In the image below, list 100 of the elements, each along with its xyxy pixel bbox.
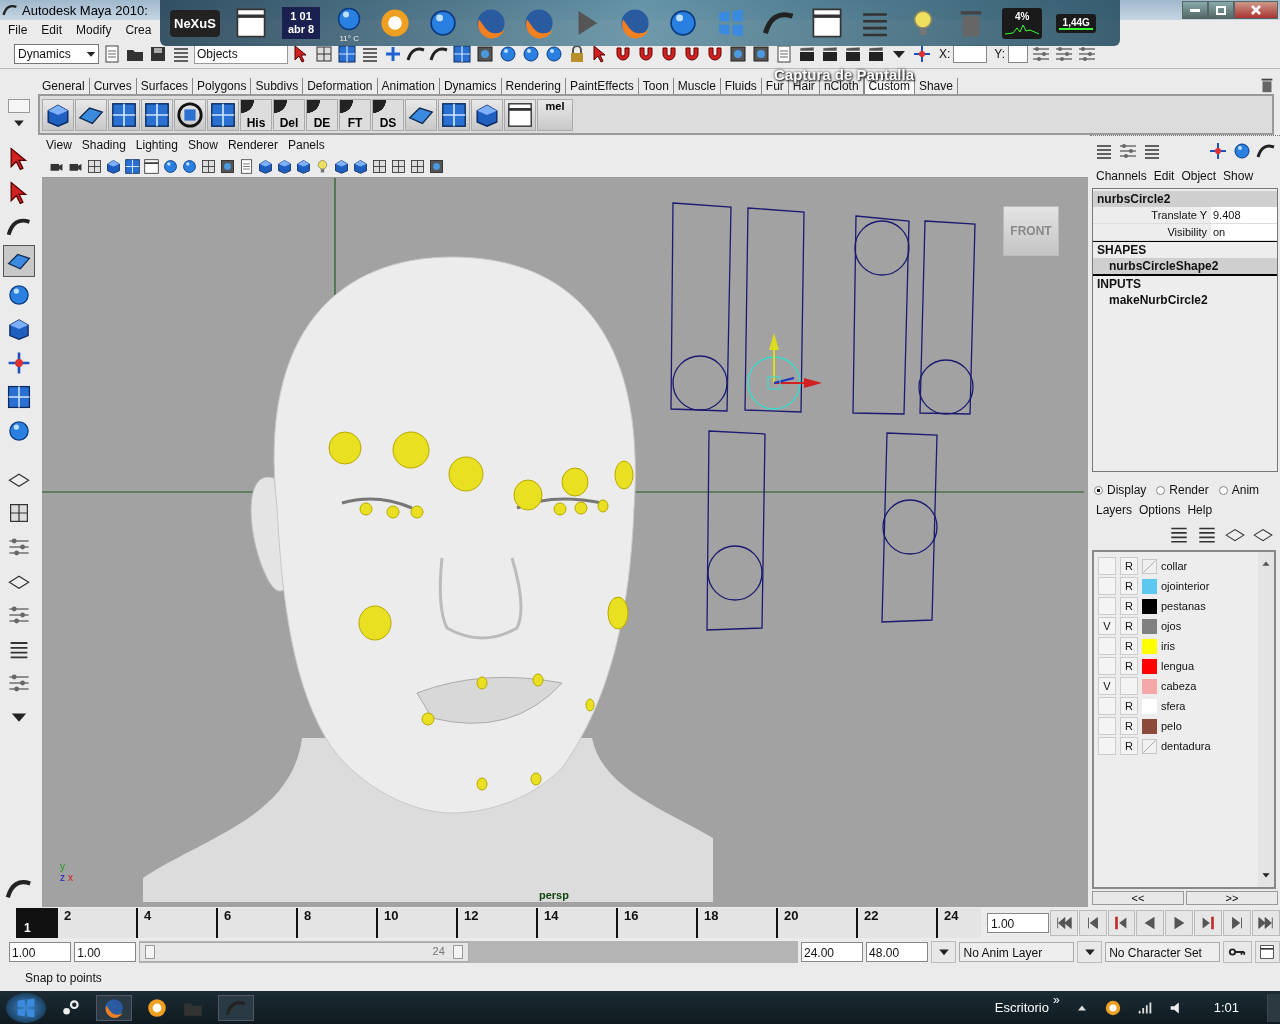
frame-number: 14 [544, 908, 559, 923]
layer-name[interactable]: cabeza [1161, 680, 1197, 692]
current-frame-marker[interactable]: 1 [16, 908, 56, 938]
layer-name[interactable]: dentadura [1161, 740, 1211, 752]
toolbar-label[interactable]: Escritorio [994, 1000, 1049, 1015]
layer-name[interactable]: iris [1161, 640, 1176, 652]
channel-menu-item[interactable]: Object [1181, 169, 1217, 183]
layer-row[interactable]: V R ojos [1098, 616, 1258, 636]
frame-number: 18 [704, 908, 719, 923]
frame-number: 16 [624, 908, 639, 923]
scroll-button[interactable]: >> [1186, 891, 1278, 905]
y-label: Y: [994, 47, 1006, 61]
shelf-button[interactable]: His [240, 98, 272, 131]
display-type-toggle[interactable]: R [1120, 657, 1138, 675]
channel-menu-item[interactable]: Show [1223, 169, 1254, 183]
clock-tile[interactable]: 1 01 abr 8 [281, 7, 321, 39]
attribute-value[interactable]: 9.408 [1211, 207, 1277, 223]
menu-item[interactable]: Crea [125, 23, 152, 37]
layer-row[interactable]: R dentadura [1098, 736, 1258, 756]
dock-logo[interactable]: NeXuS [170, 9, 220, 37]
panel-menu-item[interactable]: Lighting [135, 138, 178, 152]
shelf-button[interactable]: DS [372, 98, 404, 131]
panel-menu-item[interactable]: Panels [287, 138, 325, 152]
weather-temperature: 11° C [339, 33, 359, 43]
current-time-field[interactable]: 1.00 [986, 913, 1049, 933]
shelf-button[interactable]: mel [537, 98, 573, 131]
axis-label: x [68, 872, 73, 883]
selection-field[interactable]: Objects [194, 44, 288, 64]
display-type-toggle[interactable]: R [1120, 637, 1138, 655]
layer-row[interactable]: R pelo [1098, 716, 1258, 736]
shelf-button[interactable]: Del [273, 98, 305, 131]
layer-name[interactable]: ojos [1161, 620, 1182, 632]
layer-name[interactable]: pestanas [1161, 600, 1206, 612]
camera-name: persp [539, 889, 569, 901]
display-type-toggle[interactable]: R [1120, 597, 1138, 615]
object-name[interactable]: nurbsCircle2 [1093, 191, 1277, 207]
scroll-button[interactable]: << [1092, 891, 1184, 905]
anim-layer-field[interactable]: No Anim Layer [959, 942, 1074, 962]
frame-number: 24 [944, 908, 959, 923]
menu-set-dropdown[interactable]: Dynamics [14, 44, 99, 64]
frame-number: 4 [144, 908, 152, 923]
display-type-toggle[interactable]: R [1120, 557, 1138, 575]
layer-row[interactable]: R lengua [1098, 656, 1258, 676]
layer-menu-item[interactable]: Layers [1096, 503, 1133, 517]
layer-name[interactable]: lengua [1161, 660, 1195, 672]
layer-row[interactable]: R collar [1098, 556, 1258, 576]
layer-menu-item[interactable]: Help [1187, 503, 1213, 517]
visibility-toggle[interactable]: V [1098, 677, 1116, 695]
layer-name[interactable]: pelo [1161, 720, 1182, 732]
channel-menu-item[interactable]: Edit [1153, 169, 1175, 183]
range-slider[interactable]: 24 [139, 941, 798, 963]
window-title: Autodesk Maya 2010: [22, 2, 148, 18]
display-type-toggle[interactable]: R [1120, 577, 1138, 595]
menu-item[interactable]: File [8, 23, 28, 37]
panel-menu-item[interactable]: View [46, 138, 72, 152]
shelf-button[interactable]: FT [339, 98, 371, 131]
layer-name[interactable]: collar [1161, 560, 1188, 572]
input-node[interactable]: makeNurbCircle2 [1093, 292, 1277, 308]
attribute-value[interactable]: on [1211, 224, 1277, 240]
channel-menu-item[interactable]: Channels [1096, 169, 1147, 183]
attribute-name[interactable]: Translate Y [1093, 207, 1211, 223]
display-type-toggle[interactable]: R [1120, 617, 1138, 635]
display-type-toggle[interactable]: R [1120, 717, 1138, 735]
layer-name[interactable]: ojointerior [1161, 580, 1210, 592]
layer-name[interactable]: sfera [1161, 700, 1186, 712]
taskbar-clock[interactable]: 1:01 [1213, 1000, 1239, 1015]
visibility-toggle[interactable]: V [1098, 617, 1116, 635]
display-type-toggle[interactable]: R [1120, 737, 1138, 755]
cpu-meter[interactable]: 4% [1002, 7, 1043, 39]
menu-item[interactable]: Edit [41, 23, 63, 37]
radio-label: Render [1169, 483, 1209, 497]
frame-number: 2 [64, 908, 72, 923]
panel-menu-item[interactable]: Show [187, 138, 218, 152]
layer-row[interactable]: R sfera [1098, 696, 1258, 716]
panel-menu-item[interactable]: Renderer [227, 138, 278, 152]
layer-row[interactable]: R iris [1098, 636, 1258, 656]
layer-row[interactable]: R pestanas [1098, 596, 1258, 616]
layer-row[interactable]: R ojointerior [1098, 576, 1258, 596]
shape-node[interactable]: nurbsCircleShape2 [1093, 258, 1277, 275]
clock-text: abr 8 [287, 23, 315, 36]
attribute-name[interactable]: Visibility [1093, 224, 1211, 240]
character-set-field[interactable]: No Character Set [1105, 942, 1220, 962]
layer-menu-item[interactable]: Options [1139, 503, 1181, 517]
viewport[interactable]: FRONT persp y z x [42, 178, 1088, 907]
frame-number: 12 [464, 908, 479, 923]
end-frame-field[interactable]: 24.00 [800, 942, 864, 962]
axis-label: z [60, 872, 65, 883]
memory-reading: 1,44G [1062, 16, 1090, 28]
shelf-button[interactable]: DE [306, 98, 338, 131]
toolbar-expand[interactable]: » [1053, 993, 1060, 1007]
time-slider[interactable]: 1 2 4 6 8 10 12 14 16 18 20 22 24 [16, 908, 981, 938]
display-type-toggle[interactable]: R [1120, 697, 1138, 715]
end-time-field[interactable]: 48.00 [866, 942, 929, 962]
start-time-field[interactable]: 1.00 [9, 942, 72, 962]
layer-row[interactable]: V cabeza [1098, 676, 1258, 696]
memory-meter[interactable]: 1,44G [1056, 13, 1097, 33]
menu-item[interactable]: Modify [76, 23, 112, 37]
radio-label: Anim [1231, 483, 1260, 497]
start-frame-field[interactable]: 1.00 [74, 942, 137, 962]
panel-menu-item[interactable]: Shading [81, 138, 126, 152]
